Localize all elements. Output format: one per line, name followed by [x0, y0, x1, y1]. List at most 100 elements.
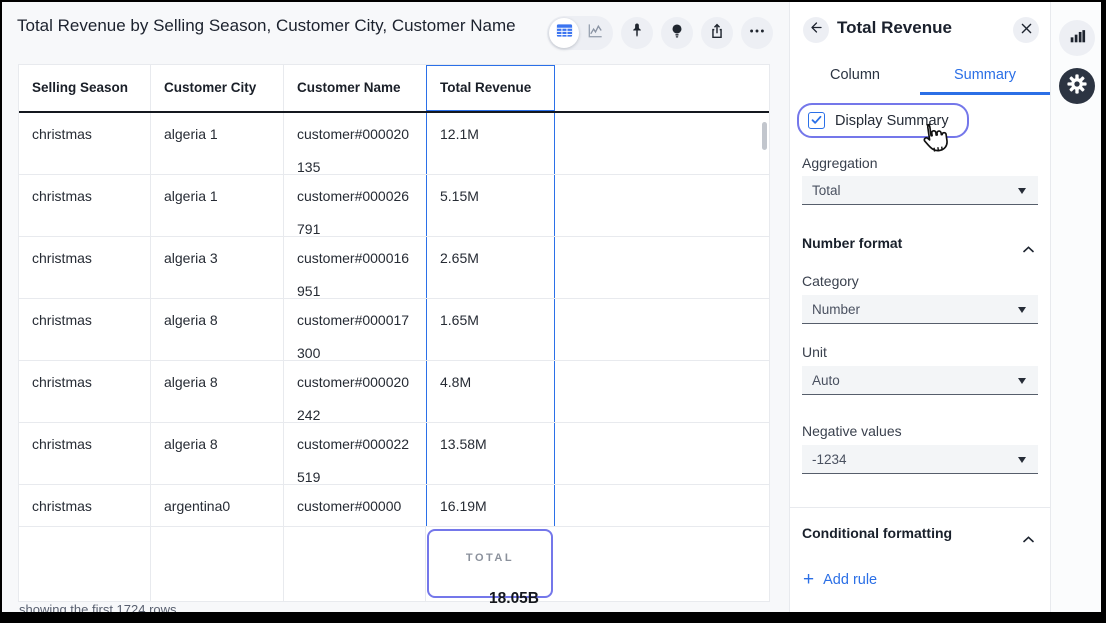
cell-customer-city: algeria 8 [151, 299, 284, 360]
pin-button[interactable] [621, 17, 653, 49]
close-button[interactable] [1013, 17, 1039, 43]
line-chart-icon [586, 21, 605, 45]
cell-total-revenue: 1.65M [426, 299, 555, 360]
cell-customer-city: algeria 8 [151, 423, 284, 484]
hand-cursor [914, 118, 955, 159]
table-header-row: Selling Season Customer City Customer Na… [19, 65, 769, 113]
column-header-empty [555, 65, 769, 111]
tab-summary-label: Summary [954, 67, 1016, 83]
cell-customer-name: customer#000016951 [284, 237, 426, 298]
column-header-customer-name[interactable]: Customer Name [284, 65, 426, 111]
bar-chart-icon [1068, 27, 1086, 50]
table-row[interactable]: christmas algeria 3 customer#000016951 2… [19, 237, 769, 299]
arrow-left-icon [809, 20, 824, 40]
column-header-total-revenue-selected[interactable]: Total Revenue [426, 65, 555, 111]
cell-selling-season: christmas [19, 113, 151, 174]
cell-empty [555, 485, 769, 526]
view-toggle [547, 16, 613, 50]
negative-values-select[interactable]: -1234 [802, 445, 1038, 474]
cell-total-revenue: 2.65M [426, 237, 555, 298]
cell-customer-name: customer#000020135 [284, 113, 426, 174]
cell-total-revenue: 13.58M [426, 423, 555, 484]
unit-value: Auto [812, 373, 840, 388]
table-row[interactable]: christmas argentina0 customer#00000 16.1… [19, 485, 769, 527]
share-export-icon [708, 22, 726, 45]
tab-summary[interactable]: Summary [920, 59, 1050, 93]
panel-divider [790, 507, 1050, 508]
total-summary-box[interactable]: TOTAL 18.05B [427, 529, 553, 598]
cell-selling-season: christmas [19, 299, 151, 360]
display-summary-checkbox[interactable] [808, 112, 825, 129]
chart-view-button[interactable] [579, 18, 611, 48]
cell-empty [555, 361, 769, 422]
cell-selling-season: christmas [19, 423, 151, 484]
aggregation-select[interactable]: Total [802, 176, 1038, 205]
panel-tabs: Column Summary [790, 59, 1050, 93]
summary-row: TOTAL 18.05B [19, 527, 769, 601]
table-grid-icon [555, 21, 574, 45]
checkmark-icon [811, 112, 822, 130]
page-title: Total Revenue by Selling Season, Custome… [17, 16, 516, 36]
table-row[interactable]: christmas algeria 8 customer#000020242 4… [19, 361, 769, 423]
cell-customer-name: customer#000026791 [284, 175, 426, 236]
settings-button[interactable] [1059, 68, 1095, 104]
cell-empty [555, 299, 769, 360]
column-header-customer-city[interactable]: Customer City [151, 65, 284, 111]
plus-icon: + [803, 573, 814, 587]
table-row[interactable]: christmas algeria 1 customer#000026791 5… [19, 175, 769, 237]
chevron-down-icon [1018, 457, 1026, 463]
number-format-title: Number format [802, 235, 902, 251]
panel-title: Total Revenue [837, 18, 952, 38]
tab-column[interactable]: Column [790, 59, 920, 93]
aggregation-label: Aggregation [802, 155, 878, 171]
collapse-conditional-formatting-button[interactable] [1023, 530, 1034, 537]
total-value: 18.05B [429, 582, 551, 615]
cell-empty [555, 113, 769, 174]
back-button[interactable] [803, 17, 829, 43]
collapse-number-format-button[interactable] [1023, 240, 1034, 247]
main-area: Total Revenue by Selling Season, Custome… [2, 2, 789, 612]
app-window: Total Revenue by Selling Season, Custome… [0, 0, 1106, 623]
table-row[interactable]: christmas algeria 8 customer#000017300 1… [19, 299, 769, 361]
cell-empty [555, 423, 769, 484]
add-rule-button[interactable]: + Add rule [803, 572, 877, 588]
cell-total-revenue: 5.15M [426, 175, 555, 236]
cell-customer-city: algeria 3 [151, 237, 284, 298]
cell-empty [151, 527, 284, 601]
cell-total-revenue: 12.1M [426, 113, 555, 174]
category-select[interactable]: Number [802, 295, 1038, 324]
cell-total-revenue: 4.8M [426, 361, 555, 422]
cell-empty [284, 527, 426, 601]
negative-values-label: Negative values [802, 423, 902, 439]
unit-select[interactable]: Auto [802, 366, 1038, 395]
more-button[interactable] [741, 17, 773, 49]
cell-customer-city: algeria 1 [151, 113, 284, 174]
table-row[interactable]: christmas algeria 1 customer#000020135 1… [19, 113, 769, 175]
row-count-note: showing the first 1724 rows [19, 602, 177, 617]
insights-button[interactable] [661, 17, 693, 49]
column-header-selling-season[interactable]: Selling Season [19, 65, 151, 111]
active-tab-underline [920, 92, 1050, 95]
close-icon [1021, 21, 1032, 39]
chevron-down-icon [1018, 188, 1026, 194]
cell-customer-name: customer#00000 [284, 485, 426, 526]
chevron-down-icon [1018, 378, 1026, 384]
conditional-formatting-title: Conditional formatting [802, 525, 952, 541]
table-view-button[interactable] [549, 18, 579, 48]
toolbar [547, 16, 773, 50]
cell-customer-city: algeria 1 [151, 175, 284, 236]
cell-customer-name: customer#000022519 [284, 423, 426, 484]
ellipsis-icon [748, 22, 766, 45]
cell-selling-season: christmas [19, 361, 151, 422]
category-label: Category [802, 273, 859, 289]
data-table: Selling Season Customer City Customer Na… [18, 64, 770, 602]
lightbulb-icon [668, 22, 686, 45]
chevron-down-icon [1018, 307, 1026, 313]
share-button[interactable] [701, 17, 733, 49]
chart-settings-button[interactable] [1059, 20, 1095, 56]
table-row[interactable]: christmas algeria 8 customer#000022519 1… [19, 423, 769, 485]
cell-selling-season: christmas [19, 175, 151, 236]
gear-icon [1067, 74, 1087, 99]
table-scrollbar[interactable] [762, 122, 767, 150]
category-value: Number [812, 302, 860, 317]
